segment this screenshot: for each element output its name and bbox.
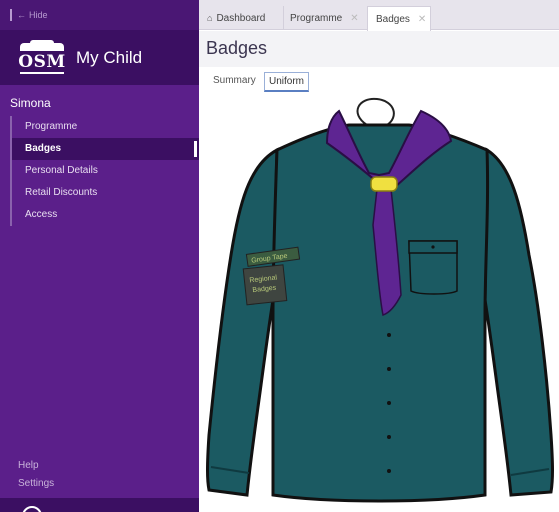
child-name: Simona [10,96,51,110]
uniform-shirt-illustration: Group Tape Regional Badges [206,97,554,503]
subtabs: Summary Uniform [199,67,559,93]
home-icon: ⌂ [207,13,213,23]
sidebar: ← Hide OSM My Child Simona Programme Bad… [0,0,199,512]
tab-summary[interactable]: Summary [209,72,260,92]
hide-label: Hide [29,10,48,20]
tab-label: Programme [290,12,343,24]
tab-label: Dashboard [216,12,266,24]
hanger-icon [356,97,395,126]
brand-name: My Child [76,47,143,67]
tab-dashboard[interactable]: ⌂ Dashboard [201,6,279,30]
close-icon[interactable]: ✕ [418,14,426,25]
account-circle-icon[interactable] [22,506,42,512]
uniform-view: Group Tape Regional Badges [199,95,559,512]
sidebar-item-programme[interactable]: Programme [12,116,199,138]
tab-programme[interactable]: Programme ✕ [283,6,363,30]
settings-link[interactable]: Settings [18,478,54,489]
help-link[interactable]: Help [18,460,39,471]
sidebar-item-personal-details[interactable]: Personal Details [12,160,199,182]
collapse-bar-icon [10,9,12,21]
tab-bar: ⌂ Dashboard Programme ✕ Badges ✕ [199,0,559,31]
hide-sidebar-link[interactable]: ← Hide [10,9,48,21]
sidebar-item-badges[interactable]: Badges [12,138,199,160]
left-sleeve [206,147,279,497]
tab-label: Badges [376,13,410,25]
hide-bar: ← Hide [0,0,199,30]
arrow-left-icon: ← [17,10,26,20]
sidebar-nav: Programme Badges Personal Details Retail… [10,116,199,226]
right-sleeve [483,147,554,497]
sidebar-item-retail-discounts[interactable]: Retail Discounts [12,182,199,204]
regional-badges[interactable]: Regional Badges [242,264,288,306]
sidebar-item-access[interactable]: Access [12,204,199,226]
sidebar-footer [0,498,199,512]
woggle [370,176,398,192]
tab-uniform[interactable]: Uniform [264,72,310,92]
brand-header[interactable]: OSM My Child [0,30,199,85]
tab-badges[interactable]: Badges ✕ [367,6,431,31]
page-header: Badges [199,31,559,67]
page-title: Badges [206,38,268,58]
close-icon[interactable]: ✕ [350,13,358,24]
osm-logo: OSM [18,39,66,76]
